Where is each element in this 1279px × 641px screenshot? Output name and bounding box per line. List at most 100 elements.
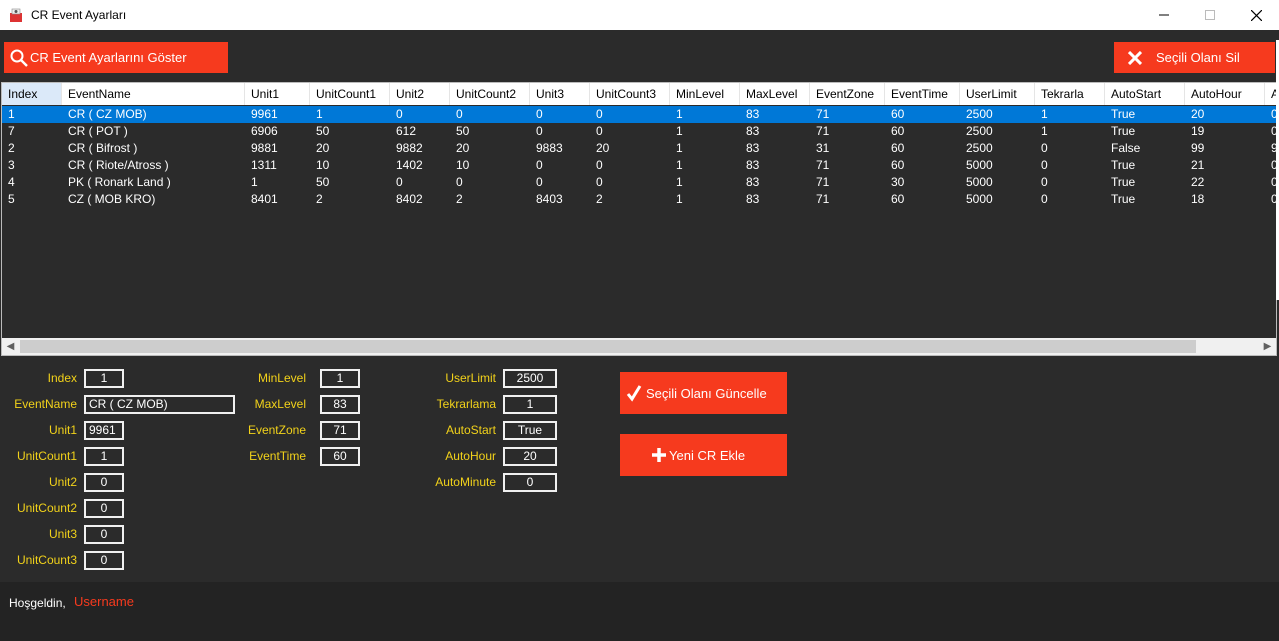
table-cell: 1311 (251, 158, 277, 172)
scroll-thumb[interactable] (20, 340, 1196, 353)
events-grid[interactable]: Index EventName Unit1 UnitCount1 Unit2 UnitCo… (1, 82, 1277, 356)
table-cell: 3 (8, 158, 15, 172)
close-button[interactable] (1233, 0, 1279, 30)
table-cell: 83 (746, 192, 760, 206)
column-header[interactable]: Index (2, 83, 62, 105)
table-cell: 10 (316, 158, 330, 172)
field-input[interactable]: 0 (503, 473, 557, 492)
table-cell: 5000 (966, 158, 993, 172)
field-label: Tekrarlama (436, 397, 496, 411)
table-cell: 20 (1191, 107, 1205, 121)
table-row[interactable]: 5 CZ ( MOB KRO) 8401 2 8402 2 8403 2 1 83 71 60 5000… (2, 191, 1276, 208)
field-input[interactable]: 2500 (503, 369, 557, 388)
table-cell: 0 (596, 124, 603, 138)
scroll-left-icon[interactable]: ◀ (2, 338, 19, 355)
maximize-icon (1205, 10, 1215, 20)
minimize-icon (1159, 14, 1169, 16)
table-cell: 71 (816, 192, 830, 206)
status-footer: Hoşgeldin, Username (0, 582, 1279, 641)
field-label: MinLevel (257, 371, 306, 385)
table-cell: 1 (676, 158, 683, 172)
table-cell: 1 (676, 124, 683, 138)
field-input[interactable]: 60 (320, 447, 360, 466)
scroll-right-icon[interactable]: ▶ (1259, 338, 1276, 355)
field-label: AutoStart (445, 423, 496, 437)
table-cell: 0 (456, 107, 463, 121)
table-cell: 2500 (966, 141, 993, 155)
column-header[interactable]: EventZone (810, 83, 885, 105)
field-input[interactable]: 1 (320, 369, 360, 388)
column-header[interactable]: Unit2 (390, 83, 450, 105)
horizontal-scrollbar[interactable]: ◀ ▶ (2, 338, 1276, 355)
column-header[interactable]: MaxLevel (740, 83, 810, 105)
column-header[interactable]: AutoStart (1105, 83, 1185, 105)
table-cell: 1 (1041, 124, 1048, 138)
table-cell: 6906 (251, 124, 278, 138)
field-label: EventZone (247, 423, 306, 437)
field-input[interactable]: 1 (503, 395, 557, 414)
field-input[interactable]: 0 (84, 499, 124, 518)
field-label: EventName (14, 397, 77, 411)
field-input[interactable]: 9961 (84, 421, 124, 440)
field-input[interactable]: 20 (503, 447, 557, 466)
field-input[interactable]: 0 (84, 551, 124, 570)
table-cell: 60 (891, 107, 905, 121)
show-settings-button[interactable]: CR Event Ayarlarını Göster (4, 42, 228, 73)
field-label: MaxLevel (254, 397, 306, 411)
table-cell: 2 (596, 192, 603, 206)
table-row[interactable]: 7 CR ( POT ) 6906 50 612 50 0 0 1 83 71 60 2500 1 True… (2, 123, 1276, 140)
update-selected-button[interactable]: Seçili Olanı Güncelle (620, 372, 787, 414)
table-cell: 0 (1041, 158, 1048, 172)
table-cell: 1 (676, 175, 683, 189)
update-selected-label: Seçili Olanı Güncelle (646, 385, 767, 401)
field-input[interactable]: 83 (320, 395, 360, 414)
field-label: AutoHour (445, 449, 496, 463)
table-cell: 1 (8, 107, 15, 121)
table-cell: 9882 (396, 141, 423, 155)
minimize-button[interactable] (1141, 0, 1187, 30)
column-header[interactable]: EventName (62, 83, 245, 105)
add-cr-button[interactable]: Yeni CR Ekle (620, 434, 787, 476)
table-cell: 5000 (966, 192, 993, 206)
field-input[interactable]: 0 (84, 525, 124, 544)
table-row[interactable]: 1 CR ( CZ MOB) 9961 1 0 0 0 0 1 83 71 60 2500 1 True 20… (2, 106, 1276, 123)
table-cell: 0 (1041, 141, 1048, 155)
table-row[interactable]: 2 CR ( Bifrost ) 9881 20 9882 20 9883 20 1 83 31 60… (2, 140, 1276, 157)
maximize-button[interactable] (1187, 0, 1233, 30)
table-cell: 50 (316, 175, 330, 189)
table-row[interactable]: 3 CR ( Riote/Atross ) 1311 10 1402 10 0 0 1 83 71 6… (2, 157, 1276, 174)
column-header[interactable]: UnitCount1 (310, 83, 390, 105)
title-bar: CR Event Ayarları (0, 0, 1279, 30)
table-cell: 2500 (966, 124, 993, 138)
column-header[interactable]: Unit1 (245, 83, 310, 105)
table-cell: 1 (676, 141, 683, 155)
column-header[interactable]: UserLimit (960, 83, 1035, 105)
table-cell: CR ( CZ MOB) (68, 107, 147, 121)
x-icon (1128, 50, 1142, 65)
table-cell: 0 (396, 175, 403, 189)
column-header[interactable]: EventTime (885, 83, 960, 105)
field-input[interactable]: 71 (320, 421, 360, 440)
table-cell: 0 (536, 124, 543, 138)
field-input[interactable]: True (503, 421, 557, 440)
column-header[interactable]: AutoHour (1185, 83, 1265, 105)
table-cell: 30 (891, 175, 905, 189)
column-header[interactable]: UnitCount3 (590, 83, 670, 105)
field-input[interactable]: 1 (84, 447, 124, 466)
username-text: Username (74, 594, 134, 609)
delete-selected-button[interactable]: Seçili Olanı Sil (1114, 42, 1275, 73)
field-input[interactable]: CR ( CZ MOB) (84, 395, 235, 414)
column-header[interactable]: MinLevel (670, 83, 740, 105)
field-label: UnitCount3 (16, 553, 77, 567)
window-title: CR Event Ayarları (31, 8, 127, 22)
column-header[interactable]: UnitCount2 (450, 83, 530, 105)
field-input[interactable]: 1 (84, 369, 124, 388)
table-cell: 18 (1191, 192, 1205, 206)
table-cell: 0 (536, 107, 543, 121)
column-header[interactable]: Unit3 (530, 83, 590, 105)
table-row[interactable]: 4 PK ( Ronark Land ) 1 50 0 0 0 0 1 83 71 30 5000 0 Tr… (2, 174, 1276, 191)
column-header[interactable]: Tekrarla (1035, 83, 1105, 105)
table-cell: 0 (1041, 175, 1048, 189)
field-input[interactable]: 0 (84, 473, 124, 492)
table-cell: 9881 (251, 141, 278, 155)
